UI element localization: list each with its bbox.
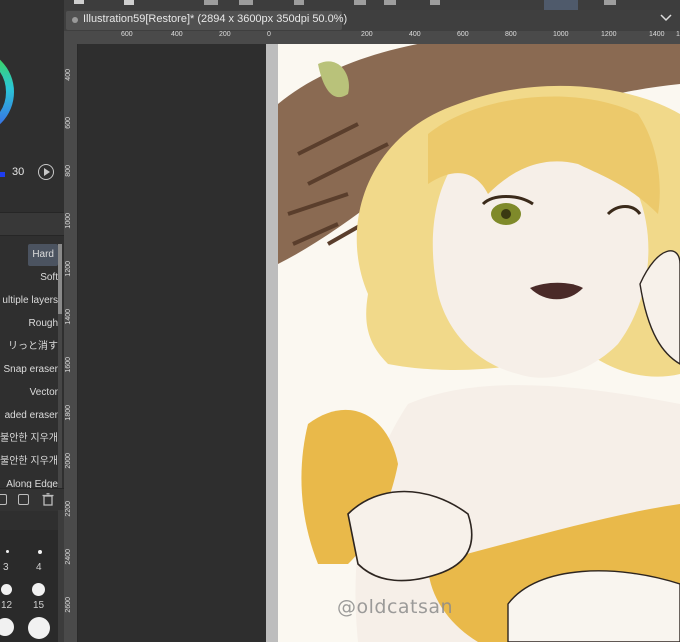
ruler-h-tick: 800	[505, 31, 517, 38]
brush-size-panel: 3 4 12 15	[0, 530, 64, 642]
ruler-v-tick: 1600	[65, 357, 72, 373]
size-label-12: 12	[1, 600, 13, 611]
chevron-down-icon[interactable]	[660, 13, 672, 23]
ruler-v-tick: 400	[65, 69, 72, 81]
subtool-item-hard[interactable]: Hard	[28, 244, 58, 266]
ruler-v-tick: 600	[65, 117, 72, 129]
ruler-v-tick: 1000	[65, 213, 72, 229]
subtool-scrollbar-thumb[interactable]	[58, 244, 62, 314]
trash-icon[interactable]	[42, 493, 54, 506]
subtool-item-kr-eraser-1[interactable]: 불안한 지우개	[0, 428, 58, 450]
subtool-item-kr-eraser-2[interactable]: 불안한 지우개	[0, 451, 58, 473]
subtool-icon-bar	[0, 488, 64, 511]
ruler-h-tick: 200	[361, 31, 373, 38]
subtool-item-multiple-layers[interactable]: ultiple layers	[2, 290, 58, 312]
subtool-item-soft[interactable]: Soft	[40, 267, 58, 289]
subtool-item-vector[interactable]: Vector	[30, 382, 58, 404]
subtool-item-jp-eraser[interactable]: リっと消す	[8, 336, 58, 358]
ruler-h-tick: 1400	[649, 31, 665, 38]
command-bar-icons	[74, 0, 616, 10]
size-dot-large-2[interactable]	[28, 617, 50, 639]
ruler-v-tick: 1400	[65, 309, 72, 325]
ruler-v-tick: 1200	[65, 261, 72, 277]
canvas-edge	[266, 44, 278, 642]
ruler-v-tick: 2200	[65, 501, 72, 517]
size-dot-12[interactable]	[1, 584, 12, 595]
ruler-h-tick: 0	[267, 31, 271, 38]
panel-divider	[0, 212, 64, 236]
artist-watermark: @oldcatsan	[337, 596, 454, 618]
ruler-h-tick: 600	[457, 31, 469, 38]
left-tool-panel: 30 Hard Soft ultiple layers Rough リっと消す …	[0, 0, 64, 642]
unsaved-dot-icon	[72, 17, 78, 23]
subtool-item-shaded-eraser[interactable]: aded eraser	[5, 405, 58, 427]
size-dot-large-1[interactable]	[0, 618, 14, 636]
eraser-subtool-list: Hard Soft ultiple layers Rough リっと消す Sna…	[0, 244, 64, 490]
artwork-canvas[interactable]	[278, 44, 680, 642]
ruler-v-tick: 2600	[65, 597, 72, 613]
ruler-h-tick: 400	[171, 31, 183, 38]
canvas-background	[78, 44, 266, 642]
ruler-v-tick: 2000	[65, 453, 72, 469]
size-label-15: 15	[33, 600, 45, 611]
size-dot-4[interactable]	[38, 550, 42, 554]
size-dot-3[interactable]	[6, 550, 9, 553]
color-wheel[interactable]	[0, 48, 16, 136]
ruler-h-tick: 600	[121, 31, 133, 38]
add-subtool-icon[interactable]	[18, 494, 29, 505]
ruler-h-tick: 200	[219, 31, 231, 38]
ruler-v-tick: 800	[65, 165, 72, 177]
size-dot-15[interactable]	[32, 583, 45, 596]
ruler-h-tick: 1000	[553, 31, 569, 38]
ruler-v-tick: 1800	[65, 405, 72, 421]
horizontal-ruler: 600 400 200 0 200 400 600 800 1000 1200 1400 1600	[64, 31, 680, 45]
color-value: 30	[12, 166, 25, 178]
ruler-h-tick: 1600	[676, 31, 680, 38]
size-label-3: 3	[3, 562, 9, 573]
subtool-item-snap-eraser[interactable]: Snap eraser	[4, 359, 58, 381]
ruler-h-tick: 400	[409, 31, 421, 38]
vertical-ruler: 400 600 800 1000 1200 1400 1600 1800 2000 2200 240…	[64, 44, 78, 642]
document-tab-title: Illustration59[Restore]* (2894 x 3600px …	[83, 13, 348, 25]
subtool-item-rough[interactable]: Rough	[29, 313, 58, 335]
artwork-illustration	[278, 44, 680, 642]
ruler-v-tick: 2400	[65, 549, 72, 565]
color-indicator	[0, 172, 5, 177]
play-circle-icon[interactable]	[38, 164, 54, 180]
ruler-h-tick: 1200	[601, 31, 617, 38]
size-label-4: 4	[36, 562, 42, 573]
command-bar	[64, 0, 680, 10]
copy-subtool-icon[interactable]	[0, 494, 7, 505]
